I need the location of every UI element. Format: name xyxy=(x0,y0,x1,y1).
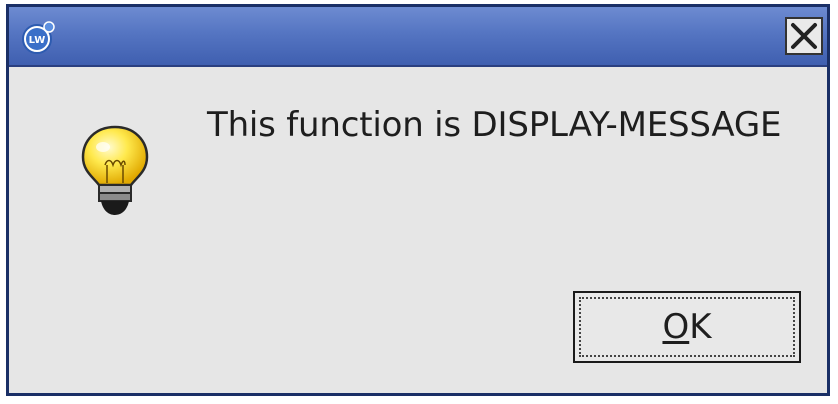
dialog-window: LW This function is DISPLAY-MESSAGE OK xyxy=(6,4,830,396)
ok-rest: K xyxy=(689,307,712,347)
ok-mnemonic: O xyxy=(662,307,690,347)
close-icon xyxy=(791,23,817,49)
lw-logo-text: LW xyxy=(29,35,46,46)
ok-button[interactable]: OK xyxy=(573,291,801,363)
close-button[interactable] xyxy=(785,17,823,55)
message-text: This function is DISPLAY-MESSAGE xyxy=(207,105,782,145)
lightbulb-icon xyxy=(81,125,149,215)
title-bar[interactable]: LW xyxy=(9,7,827,67)
dialog-body: This function is DISPLAY-MESSAGE OK xyxy=(9,67,827,393)
ok-button-label: OK xyxy=(575,307,799,347)
lw-logo-icon: LW xyxy=(22,21,55,54)
